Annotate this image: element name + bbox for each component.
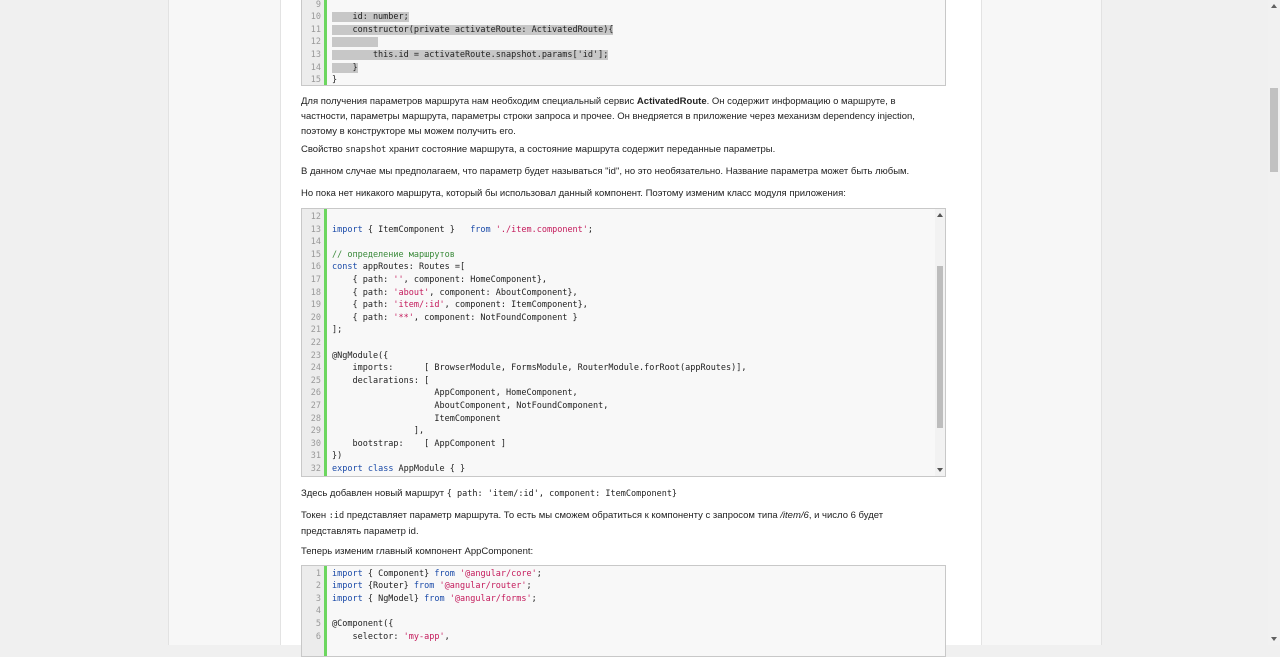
code-line: import { NgModel} from '@angular/forms';: [332, 593, 537, 604]
code-line: }: [332, 75, 338, 86]
line-number: 5: [315, 618, 321, 629]
paragraph-token-id: Токен :id представляет параметр маршрута…: [301, 508, 941, 539]
code-line: ];: [332, 325, 343, 336]
paragraph-param-name: В данном случае мы предполагаем, что пар…: [301, 166, 910, 177]
code-line: const appRoutes: Routes =[: [332, 262, 466, 273]
text: хранит состояние маршрута, а состояние м…: [386, 144, 776, 155]
text: Для получения параметров маршрута нам не…: [301, 96, 637, 107]
line-number: 14: [310, 62, 321, 73]
line-number: 26: [310, 388, 321, 399]
text: представляет параметр маршрута. То есть …: [344, 510, 781, 521]
line-number: 14: [310, 237, 321, 248]
text: Здесь добавлен новый маршрут: [301, 488, 447, 499]
code-scrollbar[interactable]: [935, 209, 945, 476]
code-accent-bar: [324, 0, 327, 85]
code-line: { path: 'item/:id', component: ItemCompo…: [332, 300, 588, 311]
scroll-up-arrow[interactable]: [1271, 4, 1277, 8]
code-line: { path: '**', component: NotFoundCompone…: [332, 312, 578, 323]
line-number: 3: [315, 593, 321, 604]
code-scrollbar-thumb[interactable]: [937, 265, 943, 428]
code-line: this.id = activateRoute.snapshot.params[…: [332, 49, 609, 60]
line-number: 9: [315, 0, 321, 10]
scroll-down-arrow[interactable]: [1271, 637, 1277, 641]
line-number: 10: [310, 12, 321, 23]
code-line: imports: [ BrowserModule, FormsModule, R…: [332, 363, 747, 374]
code-accent-bar: [324, 209, 327, 476]
line-number: 12: [310, 212, 321, 222]
code-accent-bar: [324, 566, 327, 656]
code-line: import { Component} from '@angular/core'…: [332, 568, 542, 579]
line-number: 12: [310, 37, 321, 48]
paragraph-new-route: Здесь добавлен новый маршрут { path: 'it…: [301, 486, 941, 502]
inline-code: { path: 'item/:id', component: ItemCompo…: [446, 489, 678, 499]
line-number: 1: [315, 568, 321, 579]
paragraph-app-component: Теперь изменим главный компонент AppComp…: [301, 546, 534, 557]
code-line: { path: '', component: HomeComponent},: [332, 275, 547, 285]
line-number: 13: [310, 49, 321, 60]
code-line: export class AppModule { }: [332, 464, 466, 474]
code-line: declarations: [: [332, 375, 430, 386]
line-number: 2: [315, 581, 321, 592]
code-line: ItemComponent: [332, 413, 501, 424]
line-number: 4: [315, 606, 321, 617]
paragraph-snapshot: Свойство snapshot хранит состояние маршр…: [301, 142, 941, 158]
code-line: @Component({: [332, 618, 394, 629]
line-number: 13: [310, 224, 321, 235]
code-line: id: number;: [332, 12, 409, 23]
page-scrollbar-thumb[interactable]: [1270, 88, 1278, 172]
line-number: 31: [310, 451, 321, 462]
code-line: }: [332, 62, 358, 73]
paragraph-activated-route: Для получения параметров маршрута нам не…: [301, 94, 941, 139]
inline-code: snapshot: [345, 145, 387, 155]
line-number: 16: [310, 262, 321, 273]
code-block-activated-route: 9 10 id: number; 11 constructor(private ac…: [301, 0, 946, 86]
code-line: bootstrap: [ AppComponent ]: [332, 438, 506, 449]
scroll-down-arrow[interactable]: [937, 468, 943, 472]
code-line: // определение маршрутов: [332, 249, 455, 260]
line-number: 17: [310, 275, 321, 285]
line-number: 29: [310, 426, 321, 437]
text: Свойство: [301, 144, 346, 155]
inline-code: :id: [328, 511, 345, 521]
code-line: import { ItemComponent } from './item.co…: [332, 224, 594, 235]
line-number: 11: [310, 24, 321, 35]
code-line: selector: 'my-app',: [332, 631, 450, 642]
code-line: constructor(private activateRoute: Activ…: [332, 24, 614, 35]
code-line: }): [332, 451, 343, 462]
code-line: AboutComponent, NotFoundComponent,: [332, 401, 609, 411]
code-line: [332, 36, 379, 49]
line-number: 23: [310, 350, 321, 361]
line-number: 25: [310, 375, 321, 386]
code-block-app-module[interactable]: 12 13 import { ItemComponent } from './ite…: [301, 208, 946, 477]
code-line: import {Router} from '@angular/router';: [332, 581, 532, 592]
line-number: 6: [315, 631, 321, 642]
line-number: 32: [310, 464, 321, 474]
line-number: 15: [310, 249, 321, 260]
line-number: 28: [310, 413, 321, 424]
code-block-app-component: 1 import { Component} from '@angular/core…: [301, 565, 946, 657]
page-scrollbar[interactable]: [1268, 0, 1280, 645]
text: Токен: [301, 510, 329, 521]
line-number: 20: [310, 312, 321, 323]
code-line: AppComponent, HomeComponent,: [332, 388, 578, 399]
bold-term: ActivatedRoute: [636, 96, 707, 107]
line-number: 24: [310, 363, 321, 374]
code-line: { path: 'about', component: AboutCompone…: [332, 287, 578, 298]
scroll-up-arrow[interactable]: [937, 213, 943, 217]
line-number: 19: [310, 300, 321, 311]
line-number: 15: [310, 75, 321, 86]
line-number: 21: [310, 325, 321, 336]
line-number: 27: [310, 401, 321, 411]
line-number: 22: [310, 338, 321, 348]
italic-path: /item/6: [780, 510, 809, 521]
code-line: @NgModule({: [332, 350, 389, 361]
line-number: 30: [310, 438, 321, 449]
line-number: 18: [310, 287, 321, 298]
code-line: ],: [332, 426, 425, 437]
paragraph-no-route: Но пока нет никакого маршрута, который б…: [301, 188, 846, 199]
